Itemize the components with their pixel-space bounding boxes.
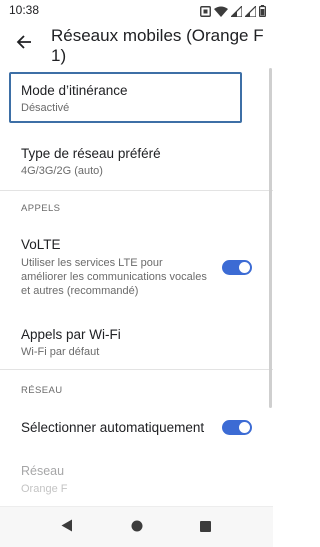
navigation-bar bbox=[0, 506, 273, 547]
wifi-calling-title: Appels par Wi-Fi bbox=[21, 327, 121, 342]
back-button[interactable] bbox=[11, 31, 37, 57]
status-time: 10:38 bbox=[9, 3, 40, 17]
wifi-calling-summary: Wi-Fi par défaut bbox=[21, 346, 100, 358]
page-title: Réseaux mobiles (Orange F 1) bbox=[51, 26, 264, 65]
wifi-icon bbox=[214, 6, 228, 17]
app-bar: Réseaux mobiles (Orange F 1) bbox=[0, 22, 273, 72]
preferred-network-type-summary: 4G/3G/2G (auto) bbox=[21, 165, 103, 177]
network-setting: Réseau Orange F bbox=[0, 452, 273, 506]
divider bbox=[0, 190, 273, 191]
divider bbox=[0, 369, 273, 370]
volte-setting[interactable]: VoLTE Utiliser les services LTE pour amé… bbox=[0, 229, 273, 317]
auto-select-toggle[interactable] bbox=[222, 420, 252, 435]
signal-icon bbox=[231, 5, 242, 17]
signal-icon bbox=[245, 5, 256, 17]
scrollbar[interactable] bbox=[269, 68, 272, 408]
status-bar: 10:38 bbox=[0, 0, 273, 22]
settings-list[interactable]: Mode d’itinérance Désactivé Type de rése… bbox=[0, 72, 273, 506]
wifi-calling-setting[interactable]: Appels par Wi-Fi Wi-Fi par défaut bbox=[0, 317, 273, 367]
volte-summary: Utiliser les services LTE pour améliorer… bbox=[21, 257, 207, 297]
roaming-setting[interactable]: Mode d’itinérance Désactivé bbox=[0, 72, 273, 129]
section-header-network: RÉSEAU bbox=[21, 385, 63, 396]
network-title: Réseau bbox=[21, 464, 65, 478]
preferred-network-type-title: Type de réseau préféré bbox=[21, 146, 161, 161]
volte-toggle[interactable] bbox=[222, 260, 252, 275]
battery-icon bbox=[259, 5, 266, 17]
nfc-icon bbox=[200, 5, 211, 17]
network-summary: Orange F bbox=[21, 483, 68, 495]
home-circle-icon bbox=[131, 519, 143, 537]
auto-select-network-setting[interactable]: Sélectionner automatiquement bbox=[0, 409, 273, 445]
nav-recents-button[interactable] bbox=[195, 518, 215, 538]
preferred-network-type-setting[interactable]: Type de réseau préféré 4G/3G/2G (auto) bbox=[0, 133, 273, 190]
nav-back-button[interactable] bbox=[57, 518, 77, 538]
auto-select-title: Sélectionner automatiquement bbox=[21, 420, 205, 435]
roaming-title: Mode d’itinérance bbox=[21, 83, 128, 98]
volte-title: VoLTE bbox=[21, 237, 61, 252]
nav-home-button[interactable] bbox=[127, 518, 147, 538]
section-header-calls: APPELS bbox=[21, 203, 61, 214]
roaming-summary: Désactivé bbox=[21, 102, 70, 114]
recents-square-icon bbox=[199, 519, 211, 537]
arrow-back-icon bbox=[16, 34, 32, 55]
status-icons bbox=[200, 4, 266, 18]
back-triangle-icon bbox=[61, 519, 73, 537]
